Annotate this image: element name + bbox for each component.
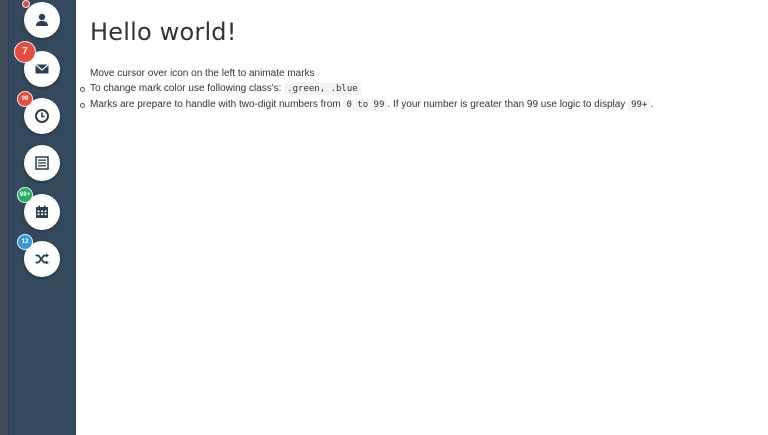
user-icon	[36, 13, 48, 26]
list-item-text: To change mark color use following class…	[90, 83, 285, 94]
notification-mark: 13	[18, 235, 32, 249]
sidebar-edge	[0, 0, 9, 435]
list-icon	[35, 156, 49, 170]
sidebar-item-calendar[interactable]: 99+	[18, 188, 60, 230]
sidebar: 7 99 99+ 13	[0, 0, 76, 435]
main-content: Hello world! Move cursor over icon on th…	[80, 18, 768, 113]
sidebar-item-messages[interactable]: 7	[15, 42, 60, 87]
envelope-icon	[35, 64, 49, 74]
notification-mark: 99	[18, 92, 32, 106]
notification-mark	[23, 1, 29, 7]
list-item-text: .	[650, 99, 654, 110]
list-item-text: Marks are prepare to handle with two-dig…	[90, 99, 344, 110]
list-item-color-classes: To change mark color use following class…	[80, 81, 768, 97]
page-title: Hello world!	[90, 18, 237, 46]
calendar-icon	[36, 205, 48, 218]
code-snippet-classes: .green, .blue	[284, 83, 361, 95]
code-snippet-range: 0 to 99	[343, 99, 388, 111]
sidebar-item-list[interactable]	[24, 145, 60, 181]
info-list: To change mark color use following class…	[80, 81, 768, 113]
list-item-text: . If your number is greater than 99 use …	[387, 99, 629, 110]
shuffle-icon	[35, 253, 49, 265]
notification-mark: 7	[15, 42, 35, 62]
sidebar-item-shuffle[interactable]: 13	[18, 235, 60, 277]
intro-text: Move cursor over icon on the left to ani…	[90, 68, 315, 79]
list-item-number-range: Marks are prepare to handle with two-dig…	[80, 97, 768, 113]
sidebar-item-user[interactable]	[23, 1, 60, 38]
notification-mark: 99+	[18, 188, 32, 202]
clock-icon	[35, 109, 49, 123]
code-snippet-overflow: 99+	[628, 99, 651, 111]
sidebar-item-history[interactable]: 99	[18, 92, 60, 134]
